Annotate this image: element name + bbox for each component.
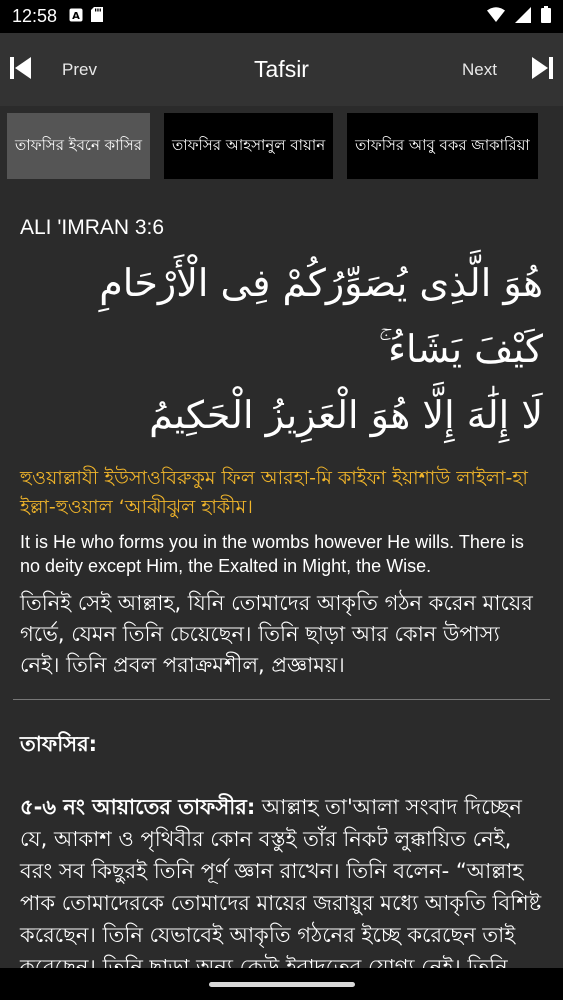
prev-button[interactable]: Prev [10,33,97,106]
a-icon: A [69,7,83,26]
transliteration-text: হুওয়াল্লাযী ইউসাওবিরুকুম ফিল আরহা-মি কা… [20,467,528,518]
english-translation: It is He who forms you in the wombs howe… [20,532,524,576]
tafsir-tabs: তাফসির ইবনে কাসির তাফসির আহসানুল বায়ান … [0,106,563,186]
prev-label: Prev [62,59,97,79]
verse-reference: ALI 'IMRAN 3:6 [20,216,165,239]
content-scroll[interactable]: ALI 'IMRAN 3:6 هُوَ الَّذِى يُصَوِّرُكُم… [0,186,563,970]
arabic-line-1: هُوَ الَّذِى يُصَوِّرُكُمْ فِى الْأَرْحَ… [99,261,543,371]
tab-abu-bakr-zakaria[interactable]: তাফসির আবু বকর জাকারিয়া [347,113,538,179]
arabic-line-2: لَا إِلَٰهَ إِلَّا هُوَ الْعَزِيزُ الْحَ… [149,393,543,437]
gesture-nav-bar [0,968,563,1000]
wifi-icon [487,7,505,26]
tab-ahsanul-bayan[interactable]: তাফসির আহসানুল বায়ান [163,113,334,179]
toolbar: Prev Tafsir Next [0,33,563,106]
svg-text:A: A [72,11,80,22]
status-time: 12:58 [12,6,58,26]
next-label: Next [462,59,497,79]
tafsir-body: ৫-৬ নং আয়াতের তাফসীর: আল্লাহ তা'আলা সংব… [20,791,543,970]
signal-icon [515,6,531,27]
home-indicator[interactable] [209,982,355,987]
skip-previous-icon [10,56,32,84]
skip-next-icon [531,56,553,84]
next-button[interactable]: Next [462,33,553,106]
divider [13,699,550,700]
tafsir-lead: ৫-৬ নং আয়াতের তাফসীর: [20,795,256,819]
arabic-text: هُوَ الَّذِى يُصَوِّرُكُمْ فِى الْأَرْحَ… [20,250,543,448]
sd-card-icon [91,7,104,26]
tafsir-heading: তাফসির: [20,732,98,756]
bangla-translation: তিনিই সেই আল্লাহ, যিনি তোমাদের আকৃতি গঠন… [20,591,533,677]
battery-icon [541,6,551,27]
tab-ibn-kathir[interactable]: তাফসির ইবনে কাসির [7,113,150,179]
tafsir-text: আল্লাহ তা'আলা সংবাদ দিচ্ছেন যে, আকাশ ও প… [20,795,542,970]
status-bar: 12:58 A [0,0,563,33]
